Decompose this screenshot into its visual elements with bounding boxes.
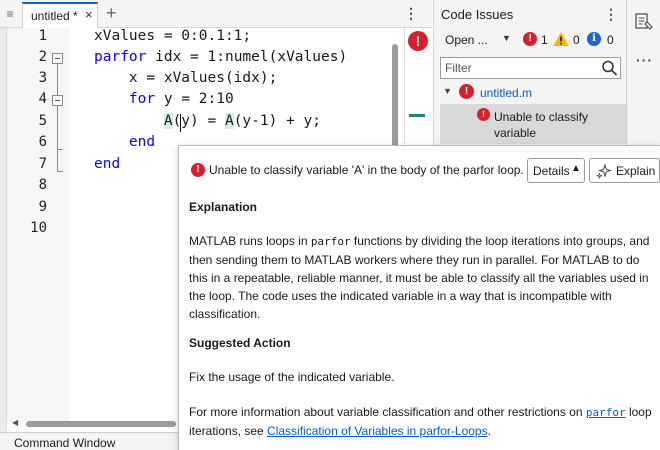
parfor-doc-link[interactable]: parfor <box>586 406 626 419</box>
error-icon: ! <box>459 84 474 99</box>
error-icon[interactable]: ! <box>523 32 537 46</box>
error-indicator-icon[interactable]: ! <box>408 31 428 51</box>
line-number: 3 <box>38 70 47 86</box>
warning-count: 0 <box>573 33 580 47</box>
tab-label: untitled * <box>31 9 78 23</box>
code-line-2[interactable]: parfor idx = 1:numel(xValues) <box>94 49 347 65</box>
more-info-text: For more information about variable clas… <box>189 403 655 440</box>
line-number: 4 <box>38 91 47 107</box>
editor-menu-button[interactable]: ⋮ <box>404 4 418 22</box>
text-cursor <box>180 114 181 132</box>
tab-untitled[interactable]: untitled * × <box>22 2 98 28</box>
explanation-text: MATLAB runs loops in parfor functions by… <box>189 232 655 323</box>
error-icon: ! <box>191 163 205 177</box>
select-value: Open ... <box>445 33 488 47</box>
file-link[interactable]: untitled.m <box>480 86 532 100</box>
code-line-6[interactable]: end <box>94 134 155 150</box>
highlighted-variable[interactable]: A <box>163 113 173 129</box>
details-label: Details <box>533 164 570 178</box>
command-window-title: Command Window <box>14 436 116 450</box>
chevron-down-icon: ▼ <box>502 33 511 43</box>
code-term: parfor <box>310 235 351 248</box>
line-number: 1 <box>38 28 47 44</box>
explanation-heading: Explanation <box>189 200 258 214</box>
code-line-4[interactable]: for y = 2:10 <box>94 91 234 107</box>
suggested-action-text: Fix the usage of the indicated variable. <box>189 370 395 384</box>
highlighted-variable[interactable]: A <box>224 113 234 129</box>
scroll-left-icon[interactable]: ◀ <box>12 418 18 427</box>
code-text: y = 2:10 <box>155 91 234 107</box>
left-edge-strip <box>0 28 7 438</box>
panel-menu-button[interactable]: ⋮ <box>604 5 618 23</box>
fold-toggle-icon[interactable] <box>52 95 63 106</box>
code-line-3[interactable]: x = xValues(idx); <box>94 70 277 86</box>
code-text: (y-1) + y; <box>233 113 322 129</box>
search-icon[interactable] <box>601 60 619 76</box>
code-issues-panel-icon[interactable] <box>634 12 654 32</box>
line-number-gutter: 1 2 3 4 5 6 7 8 9 10 <box>7 28 70 422</box>
caret-up-icon: ▲ <box>571 163 581 174</box>
text: MATLAB runs loops in <box>189 234 311 248</box>
line-number: 8 <box>38 177 47 193</box>
fold-guide-line <box>57 64 58 172</box>
line-number: 9 <box>38 199 47 215</box>
filter-input[interactable] <box>445 60 595 76</box>
info-count: 0 <box>607 33 614 47</box>
details-button[interactable]: Details ▲ <box>527 158 585 183</box>
more-options-icon[interactable]: ··· <box>636 52 653 68</box>
vertical-scrollbar-thumb[interactable] <box>392 44 398 154</box>
suggested-action-heading: Suggested Action <box>189 336 291 350</box>
keyword: end <box>128 134 156 150</box>
add-tab-button[interactable]: + <box>106 3 117 23</box>
filter-field[interactable] <box>440 57 621 79</box>
drag-handle-icon[interactable]: ≡ <box>0 4 20 24</box>
line-number: 10 <box>30 220 47 236</box>
fold-end-marker <box>57 149 63 150</box>
line-number: 7 <box>38 156 47 172</box>
sparkle-icon <box>596 163 612 179</box>
panel-title: Code Issues <box>441 7 514 22</box>
warning-icon[interactable] <box>553 31 569 47</box>
line-number: 6 <box>38 134 47 150</box>
issue-marker[interactable] <box>409 114 425 117</box>
horizontal-scrollbar-thumb[interactable] <box>26 421 176 427</box>
open-files-select[interactable]: Open ... ▼ <box>438 30 516 50</box>
issue-list-item[interactable]: ! Unable to classify variable <box>440 104 627 144</box>
code-line-7[interactable]: end <box>94 156 120 172</box>
info-icon[interactable]: i <box>587 32 601 46</box>
keyword: for <box>128 91 156 107</box>
editor-tab-bar: ≡ untitled * × + ⋮ <box>0 0 432 28</box>
issue-description: Unable to classify variable <box>494 110 589 140</box>
issue-message: Unable to classify variable 'A' in the b… <box>209 163 524 177</box>
text: For more information about variable clas… <box>189 405 586 419</box>
keyword: parfor <box>94 49 147 65</box>
code-text: idx = 1:numel(xValues) <box>146 49 348 65</box>
code-line-1[interactable]: xValues = 0:0.1:1; <box>94 28 251 44</box>
issue-details-popup: ! Unable to classify variable 'A' in the… <box>178 145 660 450</box>
error-count: 1 <box>541 33 548 47</box>
explain-label: Explain <box>616 164 656 178</box>
error-icon: ! <box>477 108 490 121</box>
chevron-down-icon[interactable]: ▼ <box>443 86 452 96</box>
line-number: 5 <box>38 113 47 129</box>
keyword: end <box>94 156 121 172</box>
fold-end-marker <box>57 171 63 172</box>
close-icon[interactable]: × <box>85 7 93 22</box>
explain-button[interactable]: Explain <box>589 158 660 183</box>
line-number: 2 <box>38 49 47 65</box>
classification-doc-link[interactable]: Classification of Variables in parfor-Lo… <box>267 424 488 438</box>
fold-toggle-icon[interactable] <box>52 53 63 64</box>
text: . <box>487 424 491 438</box>
code-line-5[interactable]: A(y) = A(y-1) + y; <box>94 113 321 129</box>
file-tree-item[interactable]: ▼ ! untitled.m <box>434 82 627 102</box>
